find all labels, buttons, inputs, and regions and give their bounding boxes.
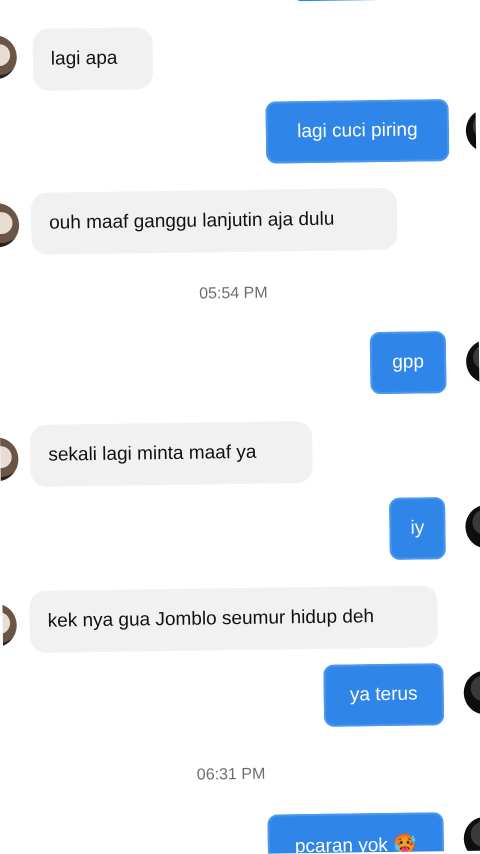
message-text: kek nya gua Jomblo seumur hidup deh <box>47 605 375 632</box>
message-text: pcaran yok 🥵 <box>294 834 417 854</box>
message-text: ya terus <box>349 683 418 706</box>
previous-message-bubble <box>293 0 445 2</box>
message-text: ouh maaf ganggu lanjutin aja dulu <box>48 208 335 234</box>
timestamp: 05:54 PM <box>199 284 268 303</box>
contact-avatar[interactable] <box>0 203 20 248</box>
sent-message[interactable]: ya terus <box>323 663 445 727</box>
message-text: lagi apa <box>50 47 118 70</box>
message-text: gpp <box>392 351 425 373</box>
received-message[interactable]: kek nya gua Jomblo seumur hidup deh <box>29 585 439 653</box>
contact-avatar[interactable] <box>0 35 18 80</box>
message-text: iy <box>410 517 425 539</box>
message-text: sekali lagi minta maaf ya <box>48 441 257 466</box>
timestamp: 06:31 PM <box>196 765 266 784</box>
user-avatar[interactable] <box>463 816 480 854</box>
contact-avatar[interactable] <box>0 603 18 648</box>
message-text: lagi cuci piring <box>297 119 418 142</box>
sent-message[interactable]: gpp <box>369 331 447 395</box>
contact-avatar[interactable] <box>0 437 19 482</box>
received-message[interactable]: ouh maaf ganggu lanjutin aja dulu <box>30 187 398 255</box>
chat-thread: lagi apa lagi cuci piring ouh maaf gangg… <box>0 0 480 854</box>
sent-message[interactable]: iy <box>389 497 446 560</box>
sent-message[interactable]: lagi cuci piring <box>265 99 450 164</box>
user-avatar[interactable] <box>463 670 480 715</box>
user-avatar[interactable] <box>465 504 480 549</box>
received-message[interactable]: sekali lagi minta maaf ya <box>29 420 313 487</box>
user-avatar[interactable] <box>465 339 480 384</box>
user-avatar[interactable] <box>465 108 480 153</box>
sent-message[interactable]: pcaran yok 🥵 <box>267 812 445 854</box>
received-message[interactable]: lagi apa <box>32 27 154 91</box>
